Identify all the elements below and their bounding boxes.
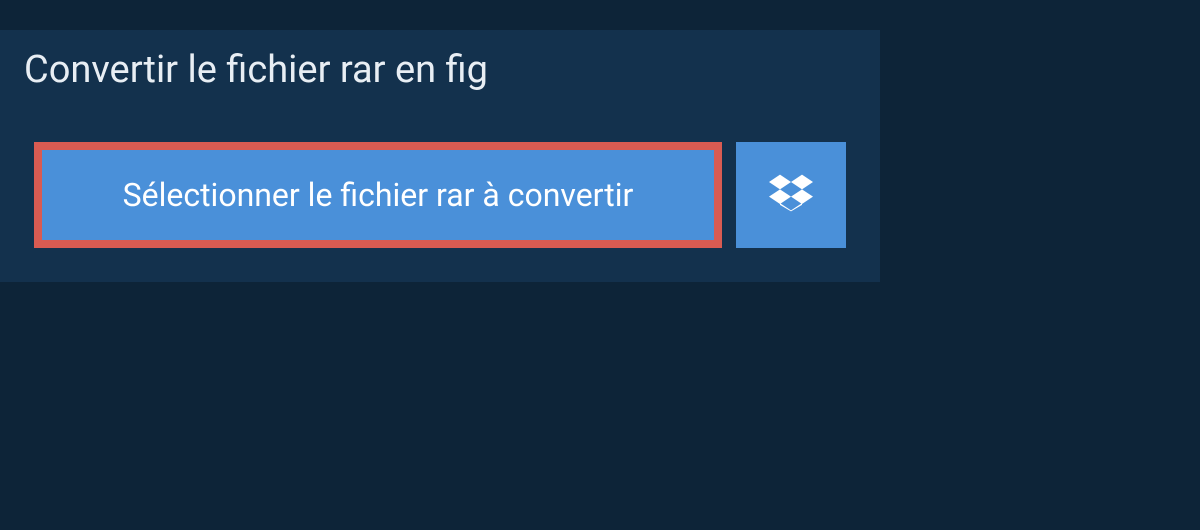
converter-panel: Convertir le fichier rar en fig Sélectio… <box>0 30 880 282</box>
select-file-button[interactable]: Sélectionner le fichier rar à convertir <box>34 142 722 248</box>
select-file-label: Sélectionner le fichier rar à convertir <box>123 176 634 214</box>
dropbox-button[interactable] <box>736 142 846 248</box>
page-title: Convertir le fichier rar en fig <box>0 30 520 110</box>
action-row: Sélectionner le fichier rar à convertir <box>0 110 880 282</box>
dropbox-icon <box>769 171 813 219</box>
